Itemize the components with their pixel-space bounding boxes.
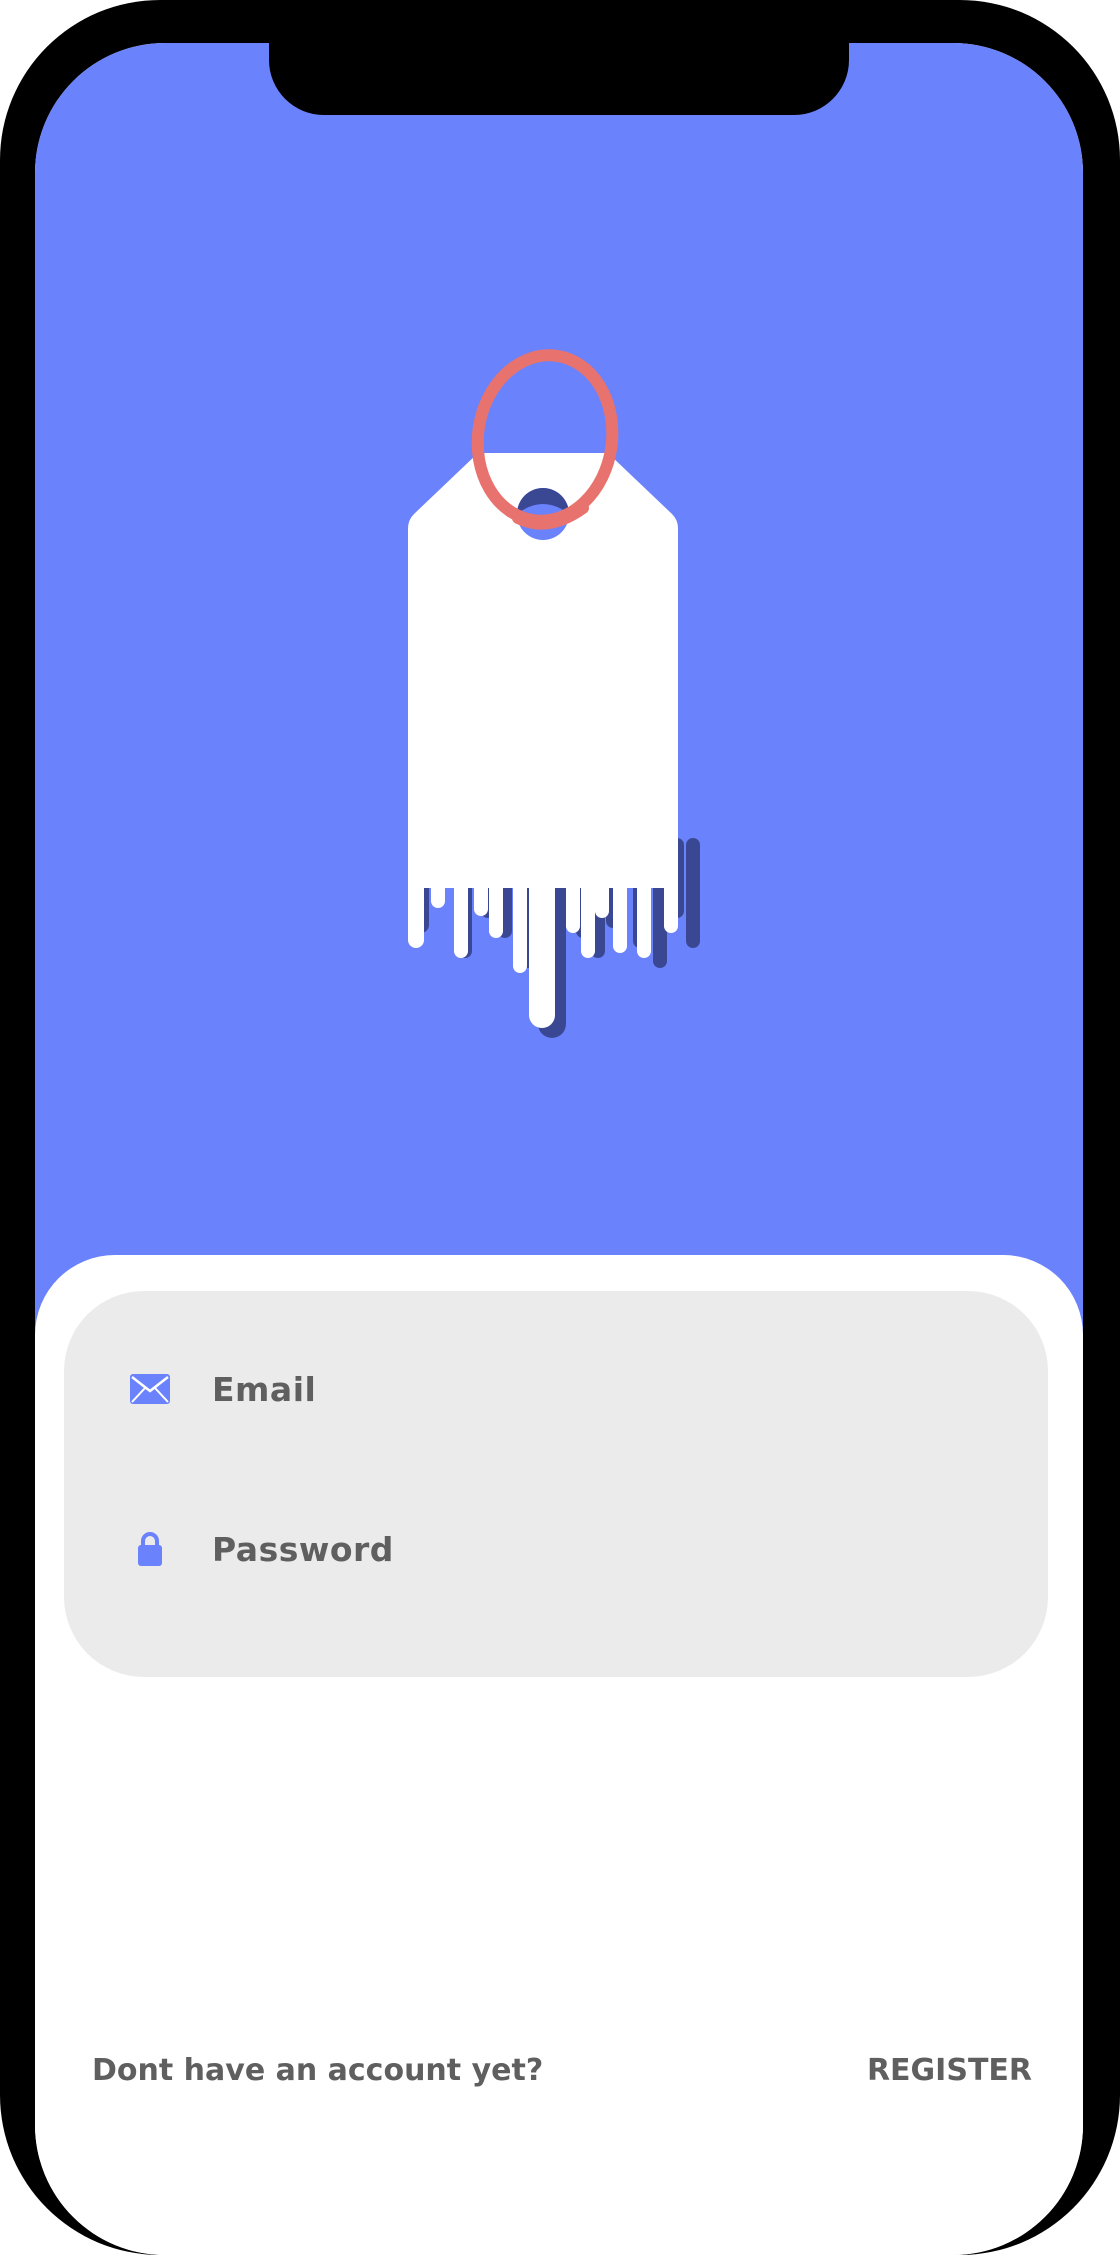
email-placeholder: Email bbox=[212, 1369, 317, 1409]
password-placeholder: Password bbox=[212, 1529, 394, 1569]
email-field[interactable]: Email bbox=[128, 1359, 316, 1419]
register-button[interactable]: REGISTER bbox=[867, 2053, 1032, 2088]
register-footer: Dont have an account yet? REGISTER bbox=[92, 2040, 1032, 2100]
no-account-prompt: Dont have an account yet? bbox=[92, 2052, 544, 2088]
hero-banner bbox=[35, 43, 1083, 1373]
password-field[interactable]: Password bbox=[128, 1519, 394, 1579]
login-panel: Email Password Dont have an account yet?… bbox=[35, 1255, 1083, 2255]
phone-frame: Email Password Dont have an account yet?… bbox=[0, 0, 1120, 2255]
device-notch bbox=[269, 43, 849, 115]
lock-icon bbox=[128, 1527, 172, 1571]
price-tag-icon bbox=[408, 349, 700, 1038]
envelope-icon bbox=[128, 1367, 172, 1411]
credentials-card: Email Password bbox=[64, 1291, 1048, 1677]
app-screen: Email Password Dont have an account yet?… bbox=[35, 43, 1083, 2255]
